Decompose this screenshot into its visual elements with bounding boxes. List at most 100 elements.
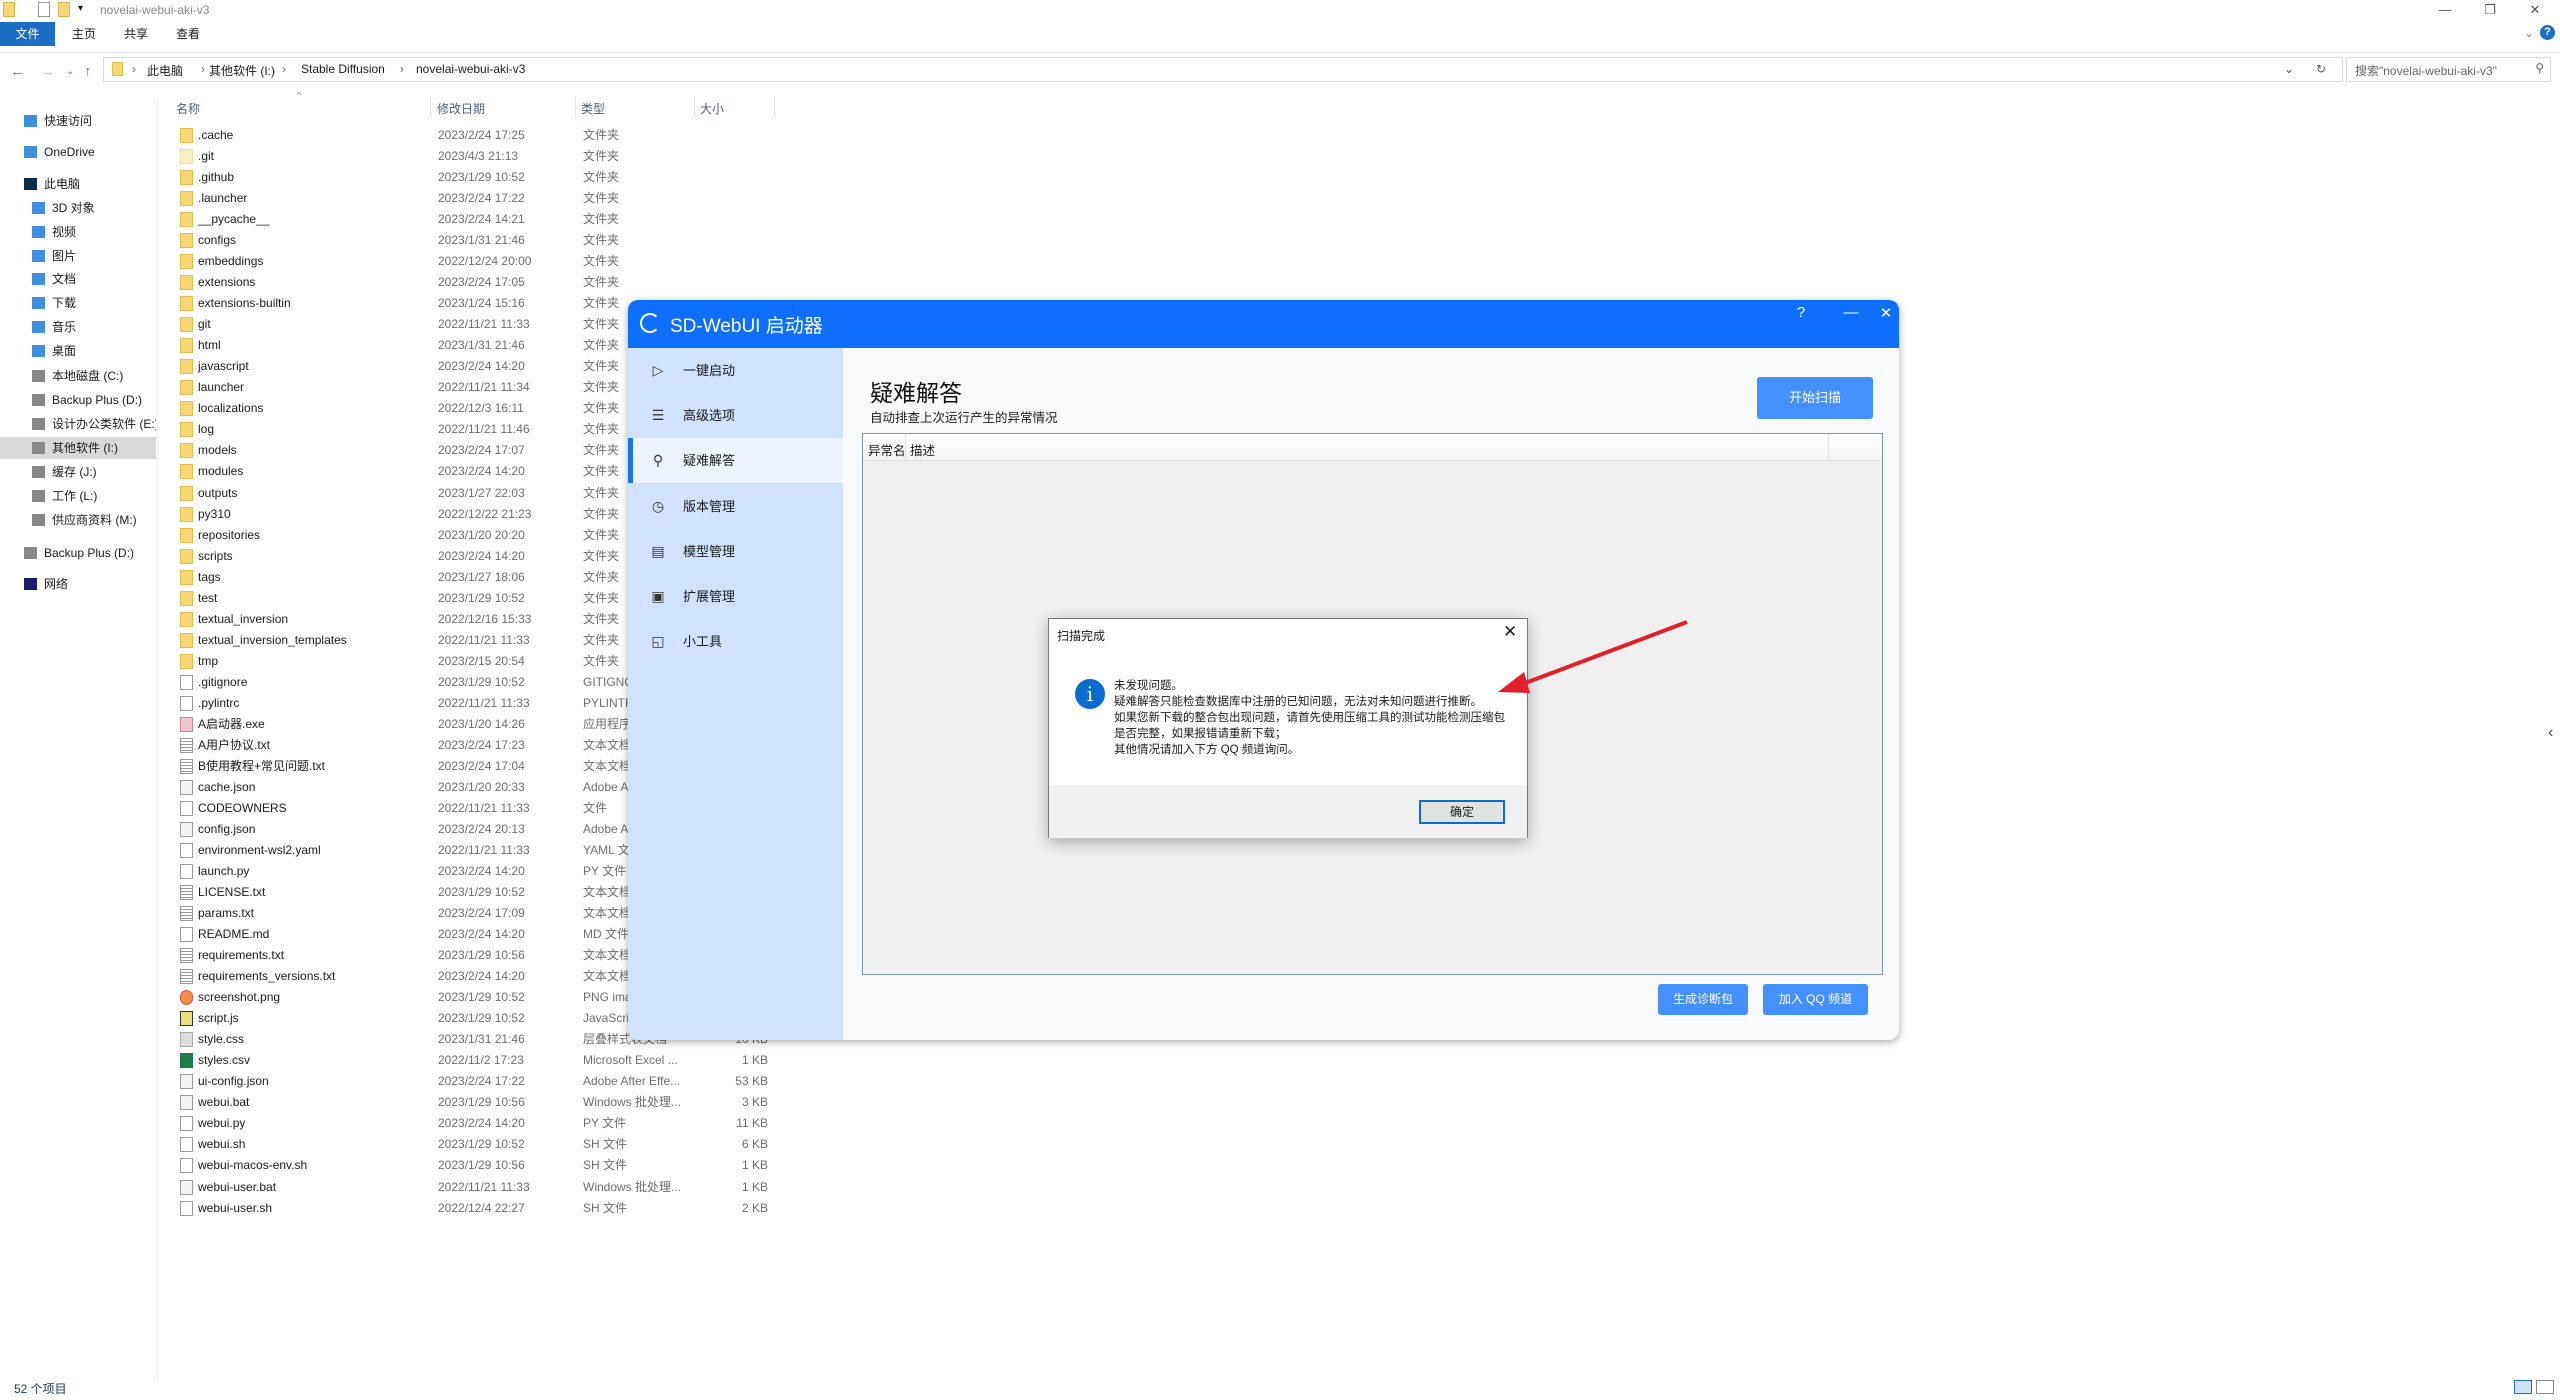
file-date: 2023/1/20 20:33 (438, 779, 525, 794)
file-row[interactable]: webui.py 2023/2/24 14:20 PY 文件 11 KB (170, 1113, 780, 1134)
column-date[interactable]: 修改日期 (437, 100, 485, 117)
nav-item[interactable]: 音乐 (0, 316, 156, 338)
expand-ribbon-icon[interactable]: ⌄ (2524, 26, 2534, 40)
start-scan-button[interactable]: 开始扫描 (1757, 377, 1873, 419)
column-divider[interactable] (575, 96, 576, 118)
forward-button[interactable]: → (40, 63, 55, 80)
text-icon (180, 969, 193, 985)
breadcrumb-item[interactable]: 此电脑 (147, 62, 183, 79)
nav-item[interactable]: 3D 对象 (0, 197, 156, 219)
file-row[interactable]: configs 2023/1/31 21:46 文件夹 (170, 230, 780, 251)
file-row[interactable]: .cache 2023/2/24 17:25 文件夹 (170, 125, 780, 146)
new-folder-icon[interactable] (58, 2, 70, 17)
nav-item[interactable]: 文档 (0, 268, 156, 290)
file-date: 2023/2/24 14:20 (438, 548, 525, 563)
refresh-icon[interactable]: ↻ (2316, 62, 2326, 76)
sidebar-item[interactable]: ⚲ 疑难解答 (628, 438, 843, 484)
column-size[interactable]: 大小 (700, 100, 724, 117)
nav-item[interactable]: 视频 (0, 221, 156, 243)
generate-diagnostics-button[interactable]: 生成诊断包 (1658, 984, 1748, 1015)
sidebar-item[interactable]: ▷ 一键启动 (628, 348, 843, 393)
file-row[interactable]: webui.bat 2023/1/29 10:56 Windows 批处理... 3 … (170, 1092, 780, 1113)
tab-share[interactable]: 共享 (110, 22, 162, 46)
file-row[interactable]: extensions 2023/2/24 17:05 文件夹 (170, 272, 780, 293)
file-row[interactable]: .github 2023/1/29 10:52 文件夹 (170, 167, 780, 188)
close-button[interactable]: ✕ (1871, 304, 1899, 322)
folder-icon (180, 359, 193, 375)
minimize-button[interactable]: — (1836, 304, 1866, 321)
file-row[interactable]: webui-user.bat 2022/11/21 11:33 Windows 批处… (170, 1177, 780, 1198)
sidebar-item[interactable]: ▣ 扩展管理 (628, 574, 843, 619)
breadcrumb-item[interactable]: novelai-webui-aki-v3 (416, 62, 525, 76)
nav-item[interactable]: 图片 (0, 245, 156, 267)
file-row[interactable]: styles.csv 2022/11/2 17:23 Microsoft Excel… (170, 1050, 780, 1071)
nav-item[interactable]: 本地磁盘 (C:) (0, 365, 156, 387)
text-icon (180, 948, 193, 964)
nav-item-label: 其他软件 (I:) (52, 441, 118, 455)
file-date: 2023/2/24 17:22 (438, 191, 525, 206)
tab-view[interactable]: 查看 (162, 22, 214, 46)
details-view-icon[interactable] (2514, 1380, 2532, 1394)
nav-item[interactable]: 其他软件 (I:) (0, 437, 156, 459)
nav-item[interactable]: 快速访问 (0, 110, 156, 132)
customize-quick-access-icon[interactable]: ▾ (78, 3, 83, 14)
sidebar-item[interactable]: ◱ 小工具 (628, 619, 843, 664)
sidebar-item-label: 小工具 (683, 634, 723, 650)
column-divider[interactable] (694, 96, 695, 118)
nav-item[interactable]: 下载 (0, 292, 156, 314)
search-input[interactable]: 搜索"novelai-webui-aki-v3" ⚲ (2346, 57, 2551, 82)
column-divider[interactable] (430, 96, 431, 118)
nav-item[interactable]: 桌面 (0, 340, 156, 362)
ok-button[interactable]: 确定 (1419, 800, 1505, 824)
file-row[interactable]: .launcher 2023/2/24 17:22 文件夹 (170, 188, 780, 209)
column-divider[interactable] (774, 96, 775, 118)
breadcrumb-item[interactable]: 其他软件 (I:) (209, 62, 275, 79)
sidebar-item[interactable]: ◷ 版本管理 (628, 484, 843, 529)
file-name: .launcher (198, 191, 248, 206)
drive-icon (32, 394, 45, 406)
breadcrumb-item[interactable]: Stable Diffusion (301, 62, 385, 76)
file-row[interactable]: __pycache__ 2023/2/24 14:21 文件夹 (170, 209, 780, 230)
column-name[interactable]: 名称 (176, 100, 200, 117)
nav-item[interactable]: Backup Plus (D:) (0, 389, 156, 411)
tab-file[interactable]: 文件 (0, 22, 55, 46)
close-button[interactable]: ✕ (2515, 0, 2555, 22)
nav-item[interactable]: 此电脑 (0, 173, 156, 195)
address-bar[interactable]: › 此电脑 › 其他软件 (I:) › Stable Diffusion › n… (103, 57, 2343, 82)
help-icon[interactable]: ? (2540, 25, 2555, 40)
sidebar-item[interactable]: ☰ 高级选项 (628, 393, 843, 438)
nav-item[interactable]: 工作 (L:) (0, 485, 156, 507)
column-type[interactable]: 类型 (581, 100, 605, 117)
large-icons-view-icon[interactable] (2536, 1380, 2554, 1394)
file-date: 2023/2/24 20:13 (438, 821, 525, 836)
help-button[interactable]: ? (1786, 304, 1816, 321)
chevron-left-icon[interactable]: ‹ (2548, 724, 2553, 742)
address-dropdown-icon[interactable]: ⌄ (2284, 62, 2294, 76)
nav-item[interactable]: OneDrive (0, 141, 156, 163)
folder-icon (180, 128, 193, 143)
nav-item[interactable]: Backup Plus (D:) (0, 542, 156, 564)
nav-item[interactable]: 缓存 (J:) (0, 461, 156, 483)
file-row[interactable]: ui-config.json 2023/2/24 17:22 Adobe After… (170, 1071, 780, 1092)
back-button[interactable]: ← (10, 63, 25, 80)
video-icon (32, 226, 45, 238)
file-name: webui-macos-env.sh (198, 1158, 308, 1173)
message-line: 疑难解答只能检查数据库中注册的已知问题，无法对未知问题进行推断。 (1114, 696, 1482, 708)
nav-item[interactable]: 供应商资料 (M:) (0, 509, 156, 531)
up-button[interactable]: ↑ (84, 63, 92, 80)
tab-home[interactable]: 主页 (58, 22, 110, 46)
sidebar-item[interactable]: ▤ 模型管理 (628, 529, 843, 574)
join-qq-channel-button[interactable]: 加入 QQ 频道 (1763, 984, 1868, 1015)
file-row[interactable]: .git 2023/4/3 21:13 文件夹 (170, 146, 780, 167)
properties-icon[interactable] (38, 2, 50, 17)
nav-item[interactable]: 设计办公类软件 (E:) (0, 413, 156, 435)
file-row[interactable]: embeddings 2022/12/24 20:00 文件夹 (170, 251, 780, 272)
recent-locations-button[interactable]: ⌄ (66, 66, 74, 77)
minimize-button[interactable]: — (2425, 0, 2465, 22)
file-row[interactable]: webui-user.sh 2022/12/4 22:27 SH 文件 2 KB (170, 1198, 780, 1219)
file-row[interactable]: webui.sh 2023/1/29 10:52 SH 文件 6 KB (170, 1134, 780, 1155)
file-date: 2023/1/29 10:52 (438, 1011, 525, 1026)
maximize-button[interactable]: ❐ (2470, 0, 2510, 22)
nav-item[interactable]: 网络 (0, 573, 156, 595)
file-row[interactable]: webui-macos-env.sh 2023/1/29 10:56 SH 文件 1 … (170, 1155, 780, 1176)
